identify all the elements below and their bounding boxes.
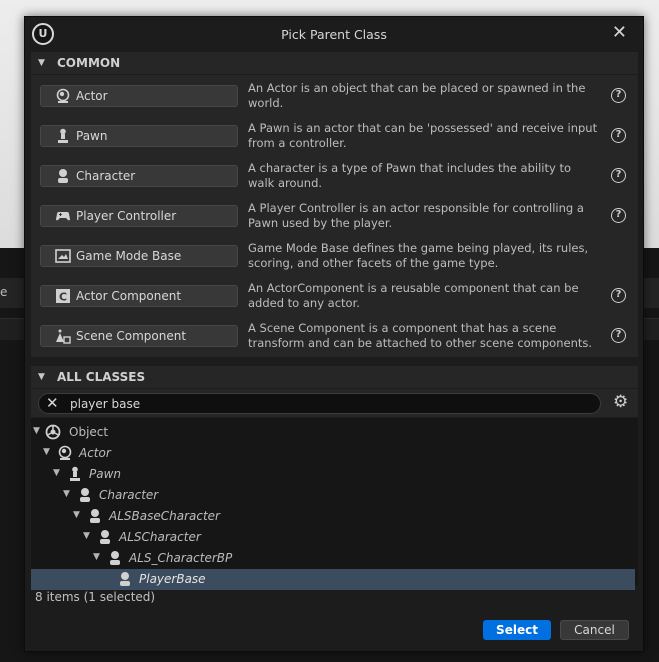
- tree-label: ALSCharacter: [119, 530, 201, 544]
- common-row-pawn: Pawn A Pawn is an actor that can be 'pos…: [31, 115, 638, 155]
- expand-arrow-icon[interactable]: ▼: [83, 531, 90, 541]
- common-row-actor: Actor An Actor is an object that can be …: [31, 75, 638, 115]
- tree-row-als-character-bp[interactable]: ▼ ALS_CharacterBP: [31, 548, 635, 569]
- scene-component-button-label: Scene Component: [76, 329, 187, 343]
- common-classes-list: Actor An Actor is an object that can be …: [31, 75, 638, 357]
- actor-component-button-label: Actor Component: [76, 289, 182, 303]
- actor-description: An Actor is an object that can be placed…: [248, 81, 586, 110]
- all-classes-section-header[interactable]: ▼ ALL CLASSES: [31, 366, 638, 388]
- expand-arrow-icon[interactable]: ▼: [73, 510, 80, 520]
- class-search-box: ✕: [38, 393, 601, 414]
- common-row-character: Character A character is a type of Pawn …: [31, 155, 638, 195]
- all-classes-header-label: ALL CLASSES: [57, 370, 146, 384]
- character-button-label: Character: [76, 169, 136, 183]
- expand-arrow-icon[interactable]: ▼: [53, 468, 60, 478]
- tree-label: PlayerBase: [139, 572, 206, 586]
- expand-arrow-icon[interactable]: ▼: [63, 489, 70, 499]
- pawn-icon: [70, 466, 80, 481]
- tree-row-object[interactable]: ▼ Object: [31, 422, 635, 443]
- class-tree: ▼ Object ▼ Actor ▼ Pawn ▼ Character ▼ AL…: [31, 418, 638, 590]
- game-mode-base-class-button[interactable]: Game Mode Base: [40, 245, 238, 267]
- actor-class-button[interactable]: Actor: [40, 85, 238, 107]
- svg-text:C: C: [59, 291, 67, 304]
- help-icon[interactable]: ?: [611, 88, 626, 103]
- common-row-game-mode-base: Game Mode Base Game Mode Base defines th…: [31, 235, 638, 275]
- game-mode-base-button-label: Game Mode Base: [76, 249, 182, 263]
- player-controller-class-button[interactable]: Player Controller: [40, 205, 238, 227]
- title-bar[interactable]: U Pick Parent Class ✕: [25, 17, 643, 51]
- common-header-label: COMMON: [57, 56, 121, 70]
- help-icon[interactable]: ?: [611, 208, 626, 223]
- character-class-button[interactable]: Character: [40, 165, 238, 187]
- help-icon[interactable]: ?: [611, 128, 626, 143]
- item-count-status: 8 items (1 selected): [35, 590, 156, 604]
- pawn-class-button[interactable]: Pawn: [40, 125, 238, 147]
- pawn-button-label: Pawn: [76, 129, 108, 143]
- actor-component-icon: C: [56, 289, 70, 304]
- search-row: ✕ ⚙: [31, 389, 638, 417]
- scene-component-icon: [56, 329, 71, 344]
- tree-row-character[interactable]: ▼ Character: [31, 485, 635, 506]
- pawn-icon: [58, 128, 68, 143]
- character-description: A character is a type of Pawn that inclu…: [248, 161, 571, 190]
- tree-label: Character: [99, 488, 159, 502]
- tree-label: Object: [69, 425, 109, 439]
- character-icon: [120, 572, 130, 586]
- object-icon: [45, 424, 61, 440]
- gamepad-icon: [56, 212, 70, 221]
- tree-row-pawn[interactable]: ▼ Pawn: [31, 464, 635, 485]
- player-controller-button-label: Player Controller: [76, 209, 177, 223]
- actor-icon: [56, 88, 70, 103]
- common-section-header[interactable]: ▼ COMMON: [31, 52, 638, 74]
- class-search-input[interactable]: [70, 395, 590, 412]
- game-mode-base-description: Game Mode Base defines the game being pl…: [248, 241, 589, 270]
- game-mode-icon: [55, 249, 71, 263]
- pick-parent-class-dialog: U Pick Parent Class ✕ ▼ COMMON Actor An …: [24, 16, 644, 652]
- tree-row-actor[interactable]: ▼ Actor: [31, 443, 635, 464]
- help-icon[interactable]: ?: [611, 328, 626, 343]
- pawn-description: A Pawn is an actor that can be 'possesse…: [248, 121, 598, 150]
- actor-button-label: Actor: [76, 89, 108, 103]
- select-button[interactable]: Select: [483, 620, 551, 640]
- expand-arrow-icon[interactable]: ▼: [43, 447, 50, 457]
- dialog-title: Pick Parent Class: [281, 27, 387, 42]
- tree-row-als-base-character[interactable]: ▼ ALSBaseCharacter: [31, 506, 635, 527]
- background-text: e: [0, 285, 8, 299]
- gear-icon[interactable]: ⚙: [613, 392, 628, 412]
- tree-label: ALSBaseCharacter: [109, 509, 220, 523]
- character-icon: [100, 530, 110, 544]
- player-controller-description: A Player Controller is an actor responsi…: [248, 201, 584, 230]
- character-icon: [80, 488, 90, 502]
- help-icon[interactable]: ?: [611, 168, 626, 183]
- tree-row-als-character[interactable]: ▼ ALSCharacter: [31, 527, 635, 548]
- tree-label: ALS_CharacterBP: [129, 551, 233, 565]
- common-row-actor-component: C Actor Component An ActorComponent is a…: [31, 275, 638, 315]
- cancel-button[interactable]: Cancel: [560, 620, 629, 640]
- character-icon: [58, 169, 68, 183]
- close-icon[interactable]: ✕: [612, 22, 627, 43]
- expand-arrow-icon[interactable]: ▼: [33, 426, 40, 436]
- actor-component-description: An ActorComponent is a reusable componen…: [248, 281, 579, 310]
- scene-component-description: A Scene Component is a component that ha…: [248, 321, 593, 350]
- common-row-player-controller: Player Controller A Player Controller is…: [31, 195, 638, 235]
- help-icon[interactable]: ?: [611, 288, 626, 303]
- common-row-scene-component: Scene Component A Scene Component is a c…: [31, 315, 638, 355]
- collapse-arrow-icon: ▼: [38, 58, 45, 68]
- character-icon: [90, 509, 100, 523]
- tree-row-player-base[interactable]: PlayerBase: [31, 569, 635, 590]
- clear-search-icon[interactable]: ✕: [46, 394, 59, 412]
- character-icon: [110, 551, 120, 565]
- tree-label: Pawn: [89, 467, 122, 481]
- scene-component-class-button[interactable]: Scene Component: [40, 325, 238, 347]
- tree-label: Actor: [79, 446, 111, 460]
- collapse-arrow-icon: ▼: [38, 372, 45, 382]
- actor-icon: [58, 445, 72, 460]
- expand-arrow-icon[interactable]: ▼: [93, 552, 100, 562]
- actor-component-class-button[interactable]: C Actor Component: [40, 285, 238, 307]
